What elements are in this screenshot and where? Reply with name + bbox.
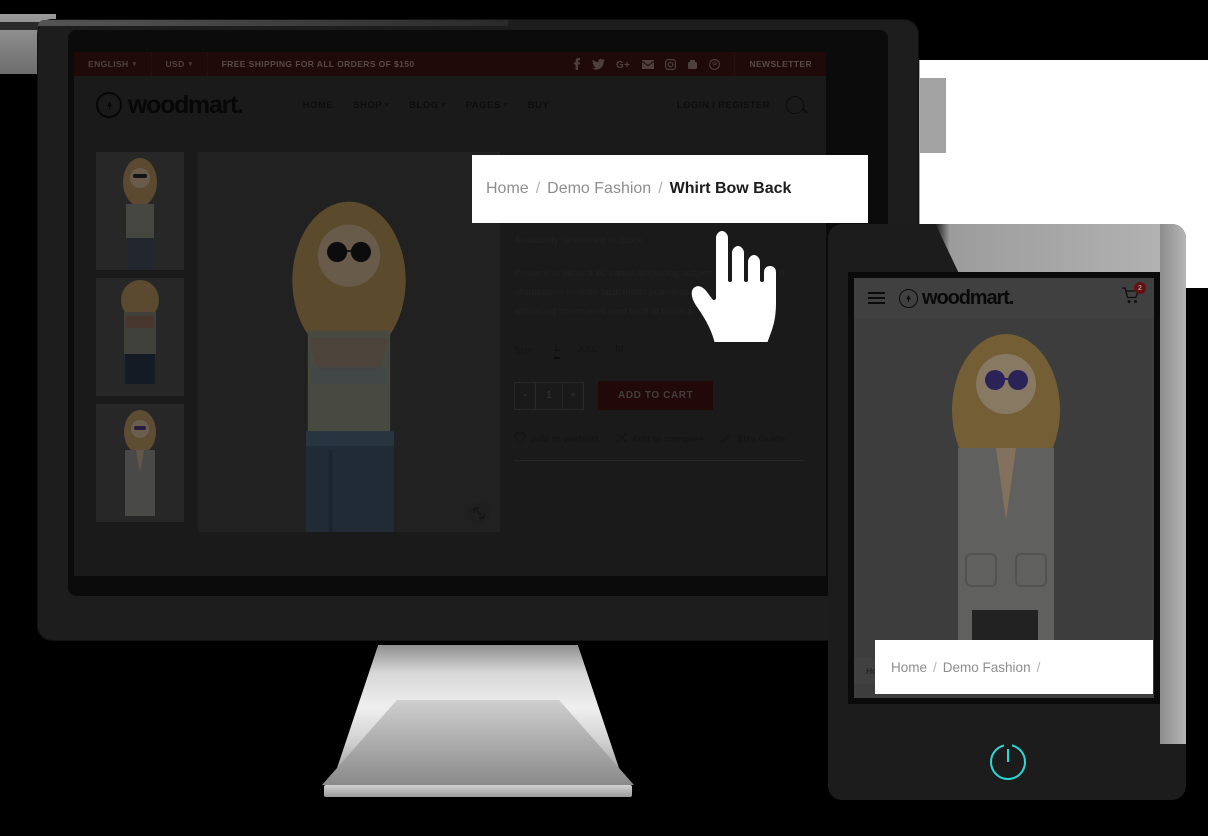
chevron-down-icon: ▾	[132, 61, 137, 68]
social-links: G+	[559, 52, 736, 76]
size-label: Size:	[514, 345, 537, 357]
cart-count-badge: 2	[1134, 282, 1146, 294]
nav-label: SHOP	[353, 99, 383, 111]
currency-label: USD	[165, 59, 185, 69]
quantity-stepper: - 1 +	[514, 381, 584, 410]
mobile-screen: woodmart. 2	[854, 278, 1154, 698]
breadcrumb: Home / Demo Fashion / Whirt Bow Back	[472, 155, 868, 223]
newsletter-link[interactable]: NEWSLETTER	[735, 52, 826, 76]
nav-item-shop[interactable]: SHOP ▾	[353, 100, 389, 111]
site-brand-text: woodmart.	[128, 90, 244, 119]
site-topbar: ENGLISH ▾ USD ▾ FREE SHIPPING FOR ALL OR…	[74, 52, 826, 76]
twitter-icon[interactable]	[592, 58, 606, 70]
background-tablet-tab	[920, 78, 946, 153]
product-actions: Add to wishlist Add to compare Size Guid…	[514, 432, 804, 461]
search-icon[interactable]	[786, 96, 804, 114]
action-label: Add to compare	[631, 433, 704, 445]
product-main-image[interactable]	[198, 152, 500, 532]
monitor-stand-base	[324, 785, 632, 797]
nav-item-pages[interactable]: PAGES ▾	[466, 100, 508, 111]
pinterest-icon[interactable]	[709, 58, 721, 70]
breadcrumb-callout-desktop: Home / Demo Fashion / Whirt Bow Back	[472, 155, 868, 223]
size-guide-button[interactable]: Size Guide	[719, 432, 786, 446]
nav-item-blog[interactable]: BLOG ▾	[409, 100, 445, 111]
chevron-down-icon: ▾	[503, 102, 508, 109]
add-to-compare-button[interactable]: Add to compare	[615, 432, 704, 446]
thumbnail-2[interactable]	[96, 278, 184, 396]
quantity-input[interactable]: 1	[536, 383, 562, 409]
size-option-xxl[interactable]: XXL	[578, 344, 597, 358]
hand-cursor-icon	[680, 222, 790, 352]
add-to-cart-button[interactable]: ADD TO CART	[598, 381, 714, 410]
google-plus-icon[interactable]: G+	[616, 59, 631, 70]
mobile-logo[interactable]: woodmart.	[899, 286, 1014, 310]
ruler-icon	[719, 432, 732, 446]
product-thumbnails	[96, 152, 184, 532]
phone-right-highlight	[1160, 224, 1186, 744]
main-nav: HOME SHOP ▾ BLOG ▾ PAGES ▾ BUY	[303, 100, 550, 111]
chevron-down-icon: ▾	[385, 102, 390, 109]
email-icon[interactable]	[642, 59, 655, 69]
mobile-callout-category-link[interactable]: Demo Fashion	[943, 660, 1031, 675]
breadcrumb-category-link[interactable]: Demo Fashion	[547, 180, 651, 198]
nav-label: HOME	[302, 99, 334, 111]
facebook-icon[interactable]	[573, 58, 581, 70]
breadcrumb-separator: /	[535, 180, 541, 197]
currency-selector[interactable]: USD ▾	[152, 52, 208, 76]
add-to-wishlist-button[interactable]: Add to wishlist	[514, 432, 599, 446]
site-header: woodmart. HOME SHOP ▾ BLOG ▾ PAGES ▾ BUY LO…	[74, 76, 826, 134]
mobile-cart-button[interactable]: 2	[1121, 282, 1146, 309]
woodmart-mark-icon	[899, 288, 918, 308]
nav-item-home[interactable]: HOME	[303, 100, 334, 111]
size-option-m[interactable]: M	[615, 344, 623, 358]
chevron-down-icon: ▾	[441, 102, 446, 109]
site-logo[interactable]: woodmart.	[96, 90, 244, 120]
instagram-icon[interactable]	[665, 58, 677, 70]
quantity-increase-button[interactable]: +	[562, 382, 583, 409]
login-register-link[interactable]: LOGIN / REGISTER	[677, 100, 770, 111]
hamburger-menu-icon[interactable]	[868, 292, 885, 304]
chevron-down-icon: ▾	[188, 61, 193, 68]
product-sku: SKU: N/A	[514, 471, 557, 482]
add-to-cart-row: - 1 + ADD TO CART	[514, 381, 804, 410]
thumbnail-1[interactable]	[96, 152, 184, 270]
action-label: Add to wishlist	[531, 433, 599, 445]
mobile-phone-device: woodmart. 2	[828, 224, 1186, 800]
header-actions: LOGIN / REGISTER	[677, 96, 804, 114]
breadcrumb-separator: /	[1036, 659, 1041, 675]
nav-label: BLOG	[409, 99, 439, 111]
mobile-callout-home-link[interactable]: Home	[891, 660, 927, 675]
nav-item-buy[interactable]: BUY	[528, 100, 550, 111]
phone-power-button[interactable]	[990, 743, 1026, 780]
breadcrumb-current-page: Whirt Bow Back	[669, 180, 792, 197]
svg-text:G+: G+	[616, 60, 630, 70]
shipping-notice: FREE SHIPPING FOR ALL ORDERS OF $150	[221, 59, 415, 69]
quantity-decrease-button[interactable]: -	[515, 382, 536, 409]
heart-icon	[514, 432, 526, 446]
power-icon-cut	[1004, 743, 1012, 747]
compare-icon	[615, 432, 627, 446]
youtube-icon[interactable]	[687, 59, 698, 70]
monitor-top-highlight	[38, 20, 508, 26]
mobile-brand-text: woodmart.	[922, 286, 1014, 309]
mobile-header: woodmart. 2	[854, 278, 1154, 318]
action-label: Size Guide	[736, 433, 786, 445]
breadcrumb-home-link[interactable]: Home	[486, 180, 529, 198]
mobile-product-image[interactable]	[854, 318, 1154, 658]
thumbnail-3[interactable]	[96, 404, 184, 522]
screenshot-stage: ENGLISH ▾ USD ▾ FREE SHIPPING FOR ALL OR…	[0, 0, 1208, 836]
nav-label: PAGES	[465, 99, 501, 111]
expand-image-icon[interactable]	[468, 502, 490, 524]
breadcrumb-separator: /	[658, 180, 663, 197]
breadcrumb-callout-mobile: Home / Demo Fashion /	[875, 640, 1153, 694]
breadcrumb-separator: /	[933, 659, 937, 675]
nav-label: BUY	[527, 99, 550, 111]
size-option-l[interactable]: L	[554, 343, 561, 359]
language-label: ENGLISH	[88, 59, 129, 69]
language-selector[interactable]: ENGLISH ▾	[74, 52, 152, 76]
woodmart-mark-icon	[96, 92, 122, 118]
